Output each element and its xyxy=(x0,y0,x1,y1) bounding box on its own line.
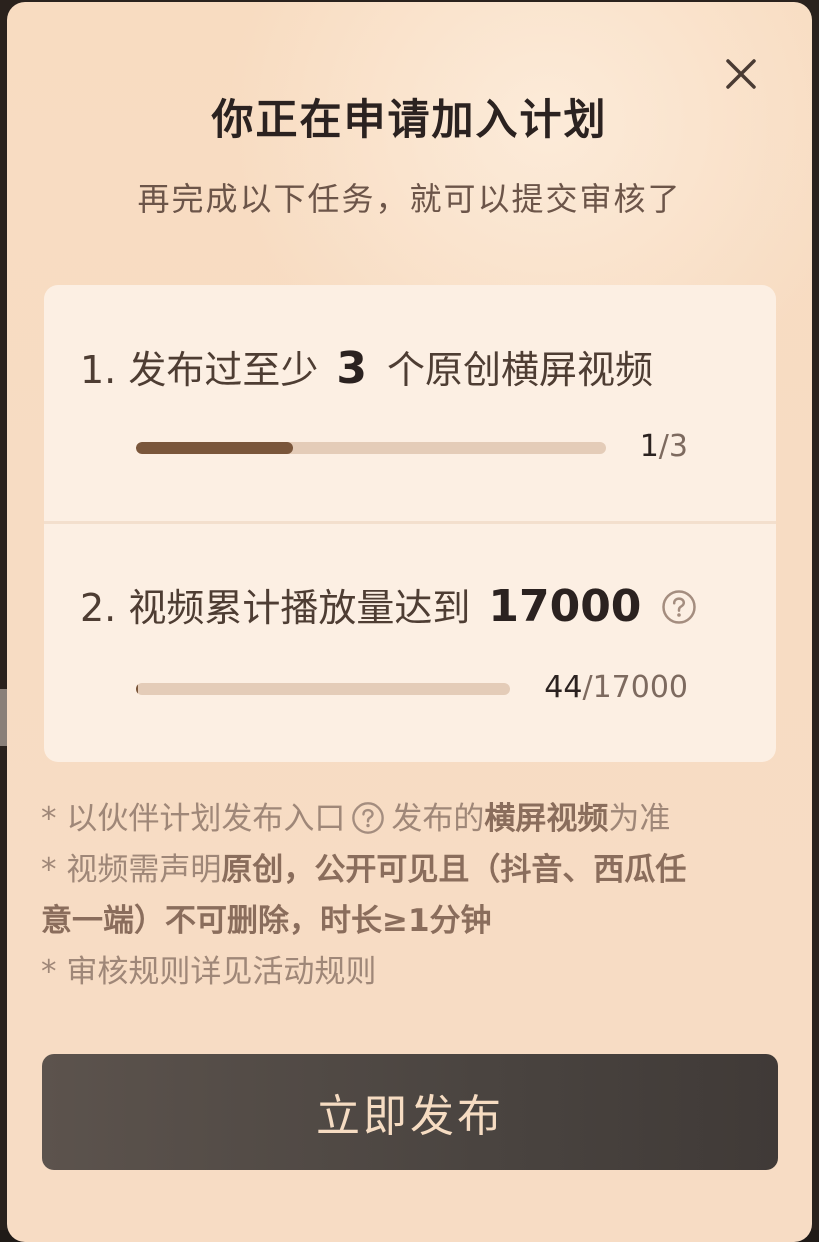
note-line-rules: * 审核规则详见活动规则 xyxy=(41,947,781,998)
progress-separator: / xyxy=(582,670,593,705)
note-text: 发布的 xyxy=(391,801,485,837)
progress-separator: / xyxy=(658,429,669,464)
progress-bar-fill xyxy=(136,442,293,454)
progress-total: 3 xyxy=(668,429,688,464)
progress-current: 1 xyxy=(639,429,659,464)
question-circle-icon[interactable] xyxy=(351,800,385,834)
task-text-before: 1. 发布过至少 xyxy=(80,348,319,392)
note-line-entry: * 以伙伴计划发布入口 发布的横屏视频为准 xyxy=(41,794,781,845)
task-target-number: 17000 xyxy=(488,581,642,632)
task-description: 1. 发布过至少 3 个原创横屏视频 xyxy=(80,339,653,394)
note-text: * 视频需声明 xyxy=(41,852,222,888)
task-item-publish-videos: 1. 发布过至少 3 个原创横屏视频 1/3 xyxy=(44,285,776,521)
note-text: * 审核规则详见活动规则 xyxy=(41,954,377,990)
progress-bar-fill xyxy=(136,683,139,695)
note-emphasis: 横屏视频 xyxy=(484,801,609,837)
task-list: 1. 发布过至少 3 个原创横屏视频 1/3 2. 视频累计播放量达到 1700… xyxy=(44,285,776,762)
dialog-title: 你正在申请加入计划 xyxy=(211,95,608,144)
task-item-play-count: 2. 视频累计播放量达到 17000 44/17000 xyxy=(44,524,776,760)
task-text-before: 2. 视频累计播放量达到 xyxy=(80,586,471,630)
progress-bar xyxy=(136,442,606,454)
note-emphasis: 原创 xyxy=(221,852,284,888)
note-text: * 以伙伴计划发布入口 xyxy=(41,801,346,837)
publish-now-button[interactable]: 立即发布 xyxy=(42,1054,778,1170)
progress-count: 1/3 xyxy=(640,429,688,464)
progress-total: 17000 xyxy=(592,670,688,705)
note-text: 为准 xyxy=(608,801,671,837)
note-emphasis: ，公开可见且（抖音、西瓜任 xyxy=(283,852,687,888)
progress-count: 44/17000 xyxy=(544,670,688,705)
dialog-subtitle: 再完成以下任务，就可以提交审核了 xyxy=(137,180,682,218)
note-line-duration: 意一端）不可删除，时长≥1分钟 xyxy=(41,896,781,947)
note-emphasis: 意一端）不可删除，时长≥1分钟 xyxy=(41,903,492,939)
progress-current: 44 xyxy=(544,670,583,705)
progress-bar xyxy=(136,683,510,695)
note-line-original: * 视频需声明原创，公开可见且（抖音、西瓜任 xyxy=(41,845,781,896)
task-description: 2. 视频累计播放量达到 17000 xyxy=(80,577,697,632)
apply-plan-dialog: 你正在申请加入计划 再完成以下任务，就可以提交审核了 1. 发布过至少 3 个原… xyxy=(7,2,812,1242)
question-circle-icon[interactable] xyxy=(661,589,697,625)
task-text-after: 个原创横屏视频 xyxy=(386,348,653,392)
rules-notes: * 以伙伴计划发布入口 发布的横屏视频为准 * 视频需声明原创，公开可见且（抖音… xyxy=(41,794,781,998)
task-target-number: 3 xyxy=(336,343,367,394)
